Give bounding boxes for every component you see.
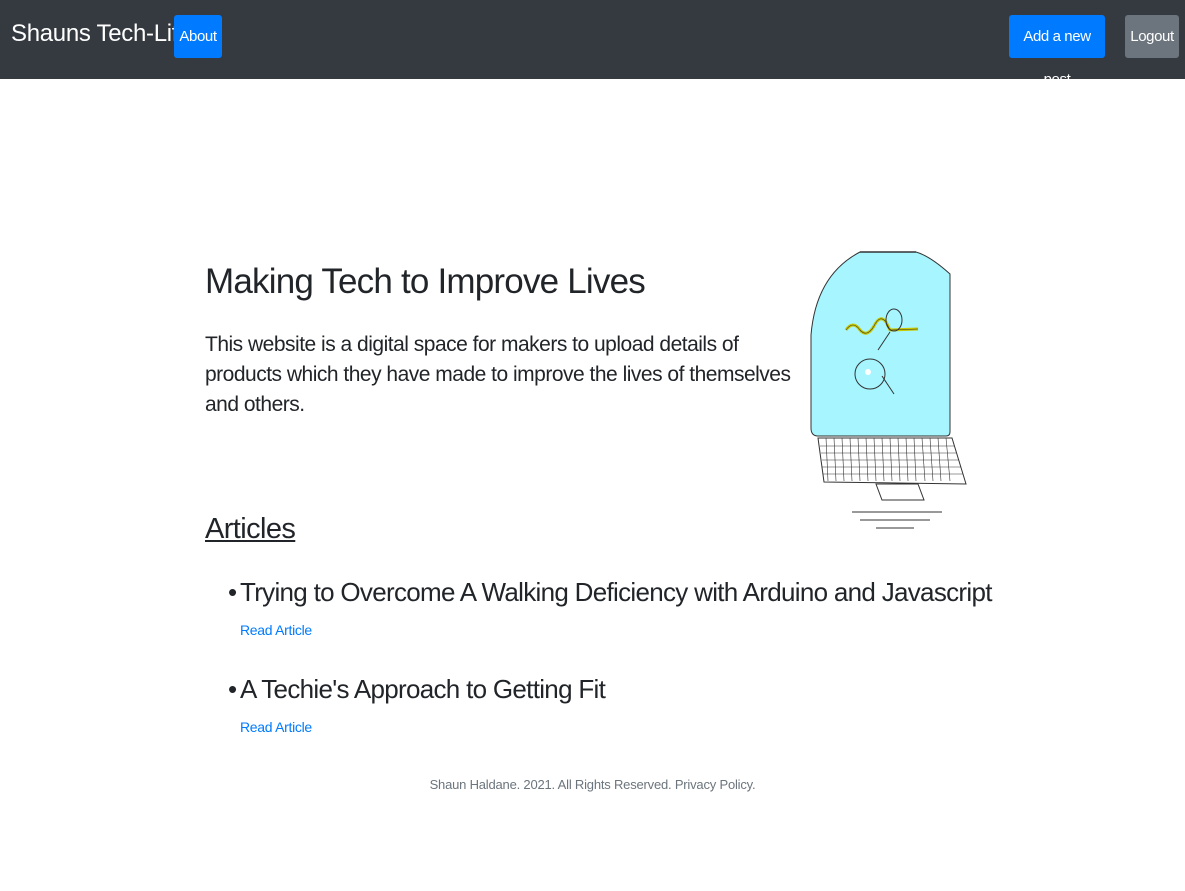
footer-text: Shaun Haldane. 2021. All Rights Reserved… [429,777,756,792]
articles-heading: Articles [205,513,296,545]
navbar: Shauns Tech-Life About Add a new post Lo… [0,0,1185,88]
read-article-link[interactable]: Read Article [240,620,312,640]
page-title: Making Tech to Improve Lives [205,262,646,301]
bullet: • [228,577,238,607]
add-post-button[interactable]: Add a new post [1009,15,1105,88]
article-title: A Techie's Approach to Getting Fit [240,674,606,704]
read-article-link[interactable]: Read Article [240,717,312,737]
logout-button[interactable]: Logout [1125,15,1179,58]
intro-text: This website is a digital space for make… [205,333,791,416]
footer: Shaun Haldane. 2021. All Rights Reserved… [0,775,1185,795]
brand-link[interactable]: Shauns Tech-Life [11,18,192,50]
bullet: • [228,674,238,704]
about-button[interactable]: About [174,15,222,58]
laptop-illustration [810,251,967,529]
laptop-touchpad [875,483,925,501]
article-title: Trying to Overcome A Walking Deficiency … [240,577,992,607]
laptop-screen [810,251,951,437]
